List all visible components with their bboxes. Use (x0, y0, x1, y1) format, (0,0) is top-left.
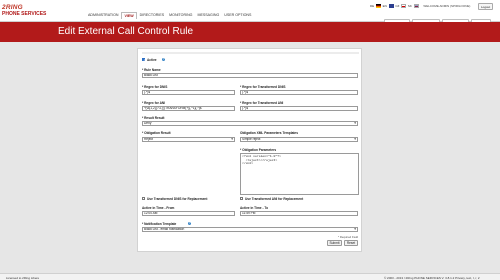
logout-button[interactable]: Logout (478, 3, 494, 10)
language-bar: DE EN CZ SK WELCOME ADMIN (SPIRILOONE) (370, 4, 470, 8)
nav-directories[interactable]: DIRECTORIES (138, 12, 167, 19)
footer: Licensed to 2Ring Libere © 2003 - 2013 /… (0, 273, 500, 280)
logo: 2RING PHONE SERVICES (2, 4, 47, 17)
nav-monitoring[interactable]: MONITORING (167, 12, 194, 19)
obligation-params-textarea[interactable]: <?xml version="1.0"?> <reject></reject> … (240, 153, 359, 195)
notification-template-select[interactable]: Black List - email notification (142, 227, 358, 232)
notification-template-label: * Notification Template (142, 222, 177, 226)
use-transformed-dnis-label: Use Transformed DNIS for Replacement (147, 197, 208, 201)
lang-de[interactable]: DE (370, 4, 374, 8)
reset-button[interactable]: Reset (344, 240, 358, 246)
regex-dnis-input[interactable]: (.*)$ (142, 90, 235, 95)
regex-transformed-dnis-label: * Regex for Transformed DNIS (240, 85, 286, 89)
nav-administration[interactable]: ADMINISTRATION (86, 12, 120, 19)
footer-license: Licensed to 2Ring Libere (6, 275, 40, 280)
active-from-label: Active in Time - From (142, 206, 175, 210)
active-checkbox[interactable] (142, 58, 147, 62)
active-to-label: Active in Time - To (240, 206, 269, 210)
regex-ani-label: * Regex for ANI (142, 101, 166, 105)
obligation-templates-label: Obligation XML Parameters Templates (240, 131, 298, 135)
result-label: * Result Result (142, 116, 165, 120)
lang-en[interactable]: EN (383, 4, 387, 8)
logo-line-2: PHONE SERVICES (2, 11, 47, 17)
title-band: Edit External Call Control Rule (0, 22, 500, 42)
flag-cz-icon (401, 4, 407, 8)
use-transformed-ani-label: Use Transformed ANI for Replacement (245, 197, 304, 201)
top-bar: 2RING PHONE SERVICES ADMINISTRATION VIEW… (0, 0, 500, 27)
nav-messaging[interactable]: MESSAGING (195, 12, 221, 19)
welcome-text: WELCOME ADMIN (SPIRILOONE) (423, 4, 471, 8)
regex-transformed-dnis-input[interactable]: (.*)$ (240, 90, 358, 95)
result-select[interactable]: Deny (142, 121, 358, 126)
regex-dnis-label: * Regex for DNIS (142, 85, 168, 89)
flag-sk-icon (413, 4, 419, 8)
main-nav: ADMINISTRATION VIEW DIRECTORIES MONITORI… (86, 12, 254, 19)
regex-ani-input[interactable]: ^(\d{1,2}(?:2,))|TRANSFORM(+){,^1}(.*)$ (142, 106, 235, 111)
obligation-result-label: * Obligation Result (142, 131, 171, 135)
nav-view[interactable]: VIEW (121, 12, 137, 19)
rule-name-input[interactable]: Black List (142, 73, 358, 78)
use-transformed-dnis-checkbox[interactable] (142, 197, 146, 201)
required-note: * Required Field (338, 235, 359, 239)
regex-transformed-ani-label: * Regex for Transformed ANI (240, 101, 284, 105)
footer-copyright: © 2003 - 2013 / 2Ring PHONE SERVICES V. … (384, 275, 480, 280)
active-to-input[interactable]: 11:59 PM (240, 211, 358, 216)
obligation-result-select[interactable]: Reject (142, 137, 235, 142)
obligation-params-label: * Obligation Parameters (240, 148, 277, 152)
page-title: Edit External Call Control Rule (58, 26, 194, 37)
use-transformed-ani-checkbox[interactable] (240, 197, 244, 201)
regex-transformed-ani-input[interactable]: (.*)$ (240, 106, 358, 111)
obligation-templates-select[interactable]: Simple reject (240, 137, 358, 142)
active-from-input[interactable]: 12:00 AM (142, 211, 235, 216)
lang-sk[interactable]: SK (408, 4, 412, 8)
submit-button[interactable]: Submit (327, 240, 342, 246)
flag-de-icon (376, 4, 382, 8)
rule-name-label: * Rule Name (142, 68, 161, 72)
flag-en-icon (388, 4, 394, 8)
lang-cz[interactable]: CZ (395, 4, 399, 8)
active-label: Active (147, 58, 157, 62)
form-divider (142, 52, 359, 54)
nav-user-options[interactable]: USER OPTIONS (222, 12, 253, 19)
